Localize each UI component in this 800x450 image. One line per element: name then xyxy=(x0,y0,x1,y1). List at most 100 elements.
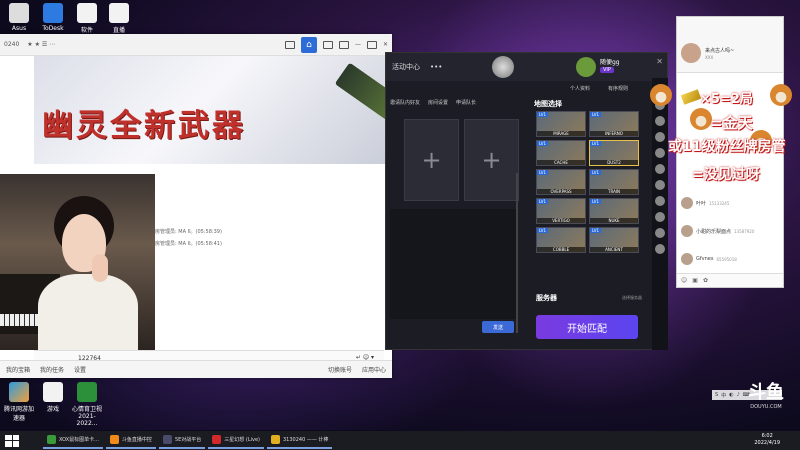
sidebar-icon[interactable] xyxy=(655,164,665,174)
map-tile[interactable]: LV1 NUKE xyxy=(589,198,639,224)
map-tile[interactable]: LV1 MIRAGE xyxy=(536,111,586,137)
profile-button[interactable]: 个人资料 xyxy=(570,85,590,92)
desktop-icon-asus[interactable]: Asus xyxy=(2,3,36,32)
tab-apply-leader[interactable]: 申请队长 xyxy=(456,99,476,106)
taskbar-item[interactable]: XOX鼠标图单卡... xyxy=(43,432,103,449)
player-slot[interactable]: + xyxy=(464,119,519,201)
bottom-item[interactable]: 设置 xyxy=(74,365,86,374)
game-sidebar xyxy=(652,78,668,350)
sidebar-icon[interactable] xyxy=(655,148,665,158)
map-tile[interactable]: LV1 COBBLE xyxy=(536,227,586,253)
sidebar-icon[interactable] xyxy=(655,244,665,254)
server-select[interactable]: 选择服务器 xyxy=(622,295,642,301)
map-tile[interactable]: LV1 TRAIN xyxy=(589,169,639,195)
douyu-logo: 斗鱼 DOUYU.COM xyxy=(748,382,784,410)
activity-center[interactable]: 活动中心 xyxy=(392,62,420,72)
image-icon[interactable]: ▣ xyxy=(692,277,698,284)
list-item[interactable]: 叶叶 15133245 xyxy=(681,197,729,209)
bottom-item[interactable]: 应用中心 xyxy=(362,365,386,374)
room-tabs: 邀请队内好友 房间设置 申请队长 xyxy=(390,99,476,106)
screen-icon[interactable] xyxy=(284,40,295,49)
rifle-image xyxy=(334,62,392,136)
sidebar-icon[interactable] xyxy=(655,228,665,238)
minimize-button[interactable]: — xyxy=(355,41,361,48)
sidebar-icon[interactable] xyxy=(655,116,665,126)
desktop-icon-accelerator[interactable]: 腾讯网游加速器 xyxy=(2,382,36,422)
grid-icon[interactable] xyxy=(322,40,333,49)
taskbar-item[interactable]: 5E对战平台 xyxy=(158,432,206,449)
chatroom-footer: ☺ ▣ ✿ xyxy=(677,273,783,287)
map-tile[interactable]: LV1 CACHE xyxy=(536,140,586,166)
taskbar-item[interactable]: 3130240 —— 计棒 xyxy=(266,432,333,449)
close-button[interactable]: ✕ xyxy=(383,41,388,48)
map-panel: 地图选择 LV1 MIRAGE LV1 INFERNO LV1 CACHE LV1 DU… xyxy=(534,99,666,349)
folder-icon xyxy=(9,3,29,23)
chatroom-header: 来点古人吗~ XXX xyxy=(677,17,783,73)
corgi-sticker xyxy=(650,84,672,106)
game-topbar: 活动中心 ••• xyxy=(386,53,667,81)
banner-title: 幽灵全新武器 xyxy=(42,108,246,144)
desktop-icon-games[interactable]: 游戏 xyxy=(36,382,70,413)
5e-icon xyxy=(162,435,172,444)
sidebar-icon[interactable] xyxy=(655,212,665,222)
more-icon[interactable]: ••• xyxy=(430,63,442,71)
overlay-text: 或11级粉丝牌房管 xyxy=(668,139,786,155)
app-icon xyxy=(270,435,280,444)
tab-room-settings[interactable]: 房间设置 xyxy=(428,99,448,106)
chat-area: 房管理员: MA II。(05:58:39) 房管理员: MA II。(05:5… xyxy=(155,174,387,374)
map-tile-selected[interactable]: LV1 DUST2 xyxy=(589,140,639,166)
maximize-button[interactable] xyxy=(366,40,377,49)
sogou-icon[interactable]: S xyxy=(715,392,718,398)
promo-banner[interactable]: 幽灵全新武器 xyxy=(34,56,392,164)
sidebar-icon[interactable] xyxy=(655,132,665,142)
gamepad-icon[interactable] xyxy=(338,40,349,49)
avatar[interactable] xyxy=(576,57,596,77)
corgi-sticker xyxy=(770,84,792,106)
desktop-icon-live[interactable]: 直播 xyxy=(102,3,136,34)
emoji-icon[interactable]: ☺ xyxy=(681,277,687,284)
start-match-button[interactable]: 开始匹配 xyxy=(536,315,638,339)
desktop-icon-doc[interactable]: 心情育卫视 2021-2022... xyxy=(70,382,104,427)
tray-icon[interactable]: 中 xyxy=(721,392,726,399)
avatar xyxy=(681,253,693,265)
taskbar-clock[interactable]: 6:02 2022/4/19 xyxy=(754,433,780,447)
map-tile[interactable]: LV1 VERTIGO xyxy=(536,198,586,224)
windows-start-icon[interactable] xyxy=(5,434,19,447)
douyu-icon xyxy=(109,435,119,444)
chatroom-title: 来点古人吗~ xyxy=(705,48,735,54)
music-icon xyxy=(212,435,222,444)
tray-icon[interactable]: ♪ xyxy=(737,392,740,398)
taskbar-item[interactable]: 三星幻想 (Live) xyxy=(208,432,264,449)
map-tile[interactable]: LV1 ANCIENT xyxy=(589,227,639,253)
bottom-item[interactable]: 我的宝箱 xyxy=(6,365,30,374)
scrollbar[interactable] xyxy=(516,173,518,333)
list-item[interactable]: 小甜的乐梨面点 13587920 xyxy=(681,225,754,237)
bottom-item[interactable]: 我的任务 xyxy=(40,365,64,374)
home-button[interactable]: ⌂ xyxy=(300,36,317,53)
avatar xyxy=(681,225,693,237)
player-slot[interactable]: + xyxy=(404,119,459,201)
map-grid: LV1 MIRAGE LV1 INFERNO LV1 CACHE LV1 DUST2 L… xyxy=(536,111,639,253)
corgi-sticker xyxy=(690,108,712,130)
overlay-text: ×5=2局 xyxy=(700,92,753,107)
tab-invite[interactable]: 邀请队内好友 xyxy=(390,99,420,106)
list-item[interactable]: Gfvnes 65595018 xyxy=(681,253,737,265)
sidebar-icon[interactable] xyxy=(655,180,665,190)
desktop-icon-software[interactable]: 软件 xyxy=(70,3,104,34)
map-tile[interactable]: LV1 INFERNO xyxy=(589,111,639,137)
rules-button[interactable]: 有序规则 xyxy=(608,85,628,92)
avatar xyxy=(681,197,693,209)
file-icon xyxy=(77,3,97,23)
gift-icon[interactable]: ✿ xyxy=(703,277,708,284)
chat-line: 房管理员: MA II。(05:58:39) xyxy=(155,229,222,235)
close-icon[interactable]: ✕ xyxy=(656,57,663,66)
map-tile[interactable]: LV1 OVERPASS xyxy=(536,169,586,195)
bottom-item[interactable]: 切换账号 xyxy=(328,365,352,374)
taskbar-item[interactable]: 斗鱼直播中控 xyxy=(105,432,156,449)
desktop-icon-todesk[interactable]: ToDesk xyxy=(36,3,70,32)
send-button[interactable]: 发送 xyxy=(482,321,514,333)
sidebar-icon[interactable] xyxy=(655,196,665,206)
avatar[interactable] xyxy=(681,43,701,63)
star-icon[interactable]: ★ ★ ☰ ⋯ xyxy=(27,41,55,48)
tray-icon[interactable]: ◐ xyxy=(729,392,733,398)
